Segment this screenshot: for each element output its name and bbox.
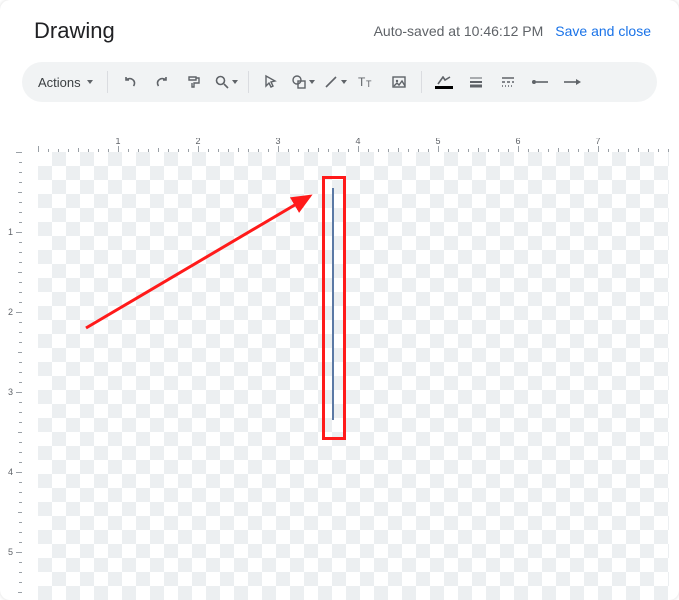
- line-dash-icon: [500, 74, 516, 90]
- select-tool[interactable]: [257, 68, 285, 96]
- image-icon: [391, 74, 407, 90]
- svg-text:T: T: [366, 79, 372, 89]
- cursor-icon: [263, 74, 279, 90]
- line-weight-button[interactable]: [462, 68, 490, 96]
- undo-button[interactable]: [116, 68, 144, 96]
- line-start-icon: [530, 74, 550, 90]
- actions-menu[interactable]: Actions: [32, 68, 99, 96]
- shape-menu[interactable]: [289, 68, 317, 96]
- separator: [248, 71, 249, 93]
- text-box-icon: TT: [358, 74, 376, 90]
- shape-icon: [291, 74, 307, 90]
- ruler-h-label: 3: [275, 138, 280, 146]
- svg-text:T: T: [358, 75, 366, 89]
- line-end-icon: [562, 74, 582, 90]
- actions-label: Actions: [38, 75, 81, 90]
- zoom-icon: [214, 74, 230, 90]
- chevron-down-icon: [232, 80, 238, 84]
- annotation-arrow: [38, 152, 669, 600]
- drawn-vertical-line[interactable]: [332, 188, 334, 420]
- drawing-dialog: Drawing Auto-saved at 10:46:12 PM Save a…: [0, 0, 679, 600]
- ruler-v-label: 2: [8, 307, 13, 317]
- ruler-h-label: 7: [595, 138, 600, 146]
- line-weight-icon: [468, 74, 484, 90]
- undo-icon: [122, 74, 138, 90]
- ruler-v-label: 3: [8, 387, 13, 397]
- separator: [107, 71, 108, 93]
- zoom-menu[interactable]: [212, 68, 240, 96]
- dialog-header: Drawing Auto-saved at 10:46:12 PM Save a…: [0, 0, 679, 62]
- ruler-h-label: 6: [515, 138, 520, 146]
- header-right: Auto-saved at 10:46:12 PM Save and close: [374, 23, 651, 39]
- vertical-ruler: 1 2 3 4 5: [8, 152, 22, 600]
- horizontal-ruler: 1 2 3 4 5 6 7: [38, 138, 669, 152]
- ruler-h-label: 1: [115, 138, 120, 146]
- redo-icon: [154, 74, 170, 90]
- image-button[interactable]: [385, 68, 413, 96]
- ruler-h-label: 4: [355, 138, 360, 146]
- ruler-v-label: 4: [8, 467, 13, 477]
- chevron-down-icon: [87, 80, 93, 84]
- redo-button[interactable]: [148, 68, 176, 96]
- separator: [421, 71, 422, 93]
- line-color-button[interactable]: [430, 68, 458, 96]
- canvas-area: 1 2 3 4 5 6 7 1 2 3 4 5: [8, 138, 669, 600]
- dialog-title: Drawing: [34, 18, 115, 44]
- ruler-h-label: 2: [195, 138, 200, 146]
- text-box-button[interactable]: TT: [353, 68, 381, 96]
- chevron-down-icon: [341, 80, 347, 84]
- line-menu[interactable]: [321, 68, 349, 96]
- autosave-status: Auto-saved at 10:46:12 PM: [374, 23, 544, 39]
- chevron-down-icon: [309, 80, 315, 84]
- line-dash-button[interactable]: [494, 68, 522, 96]
- ruler-v-label: 5: [8, 547, 13, 557]
- drawing-canvas[interactable]: [38, 152, 669, 600]
- toolbar: Actions TT: [22, 62, 657, 102]
- save-and-close-button[interactable]: Save and close: [555, 23, 651, 39]
- paint-format-icon: [186, 74, 202, 90]
- line-end-button[interactable]: [558, 68, 586, 96]
- line-start-button[interactable]: [526, 68, 554, 96]
- line-color-icon: [434, 75, 454, 89]
- line-icon: [323, 74, 339, 90]
- ruler-v-label: 1: [8, 227, 13, 237]
- paint-format-button[interactable]: [180, 68, 208, 96]
- ruler-h-label: 5: [435, 138, 440, 146]
